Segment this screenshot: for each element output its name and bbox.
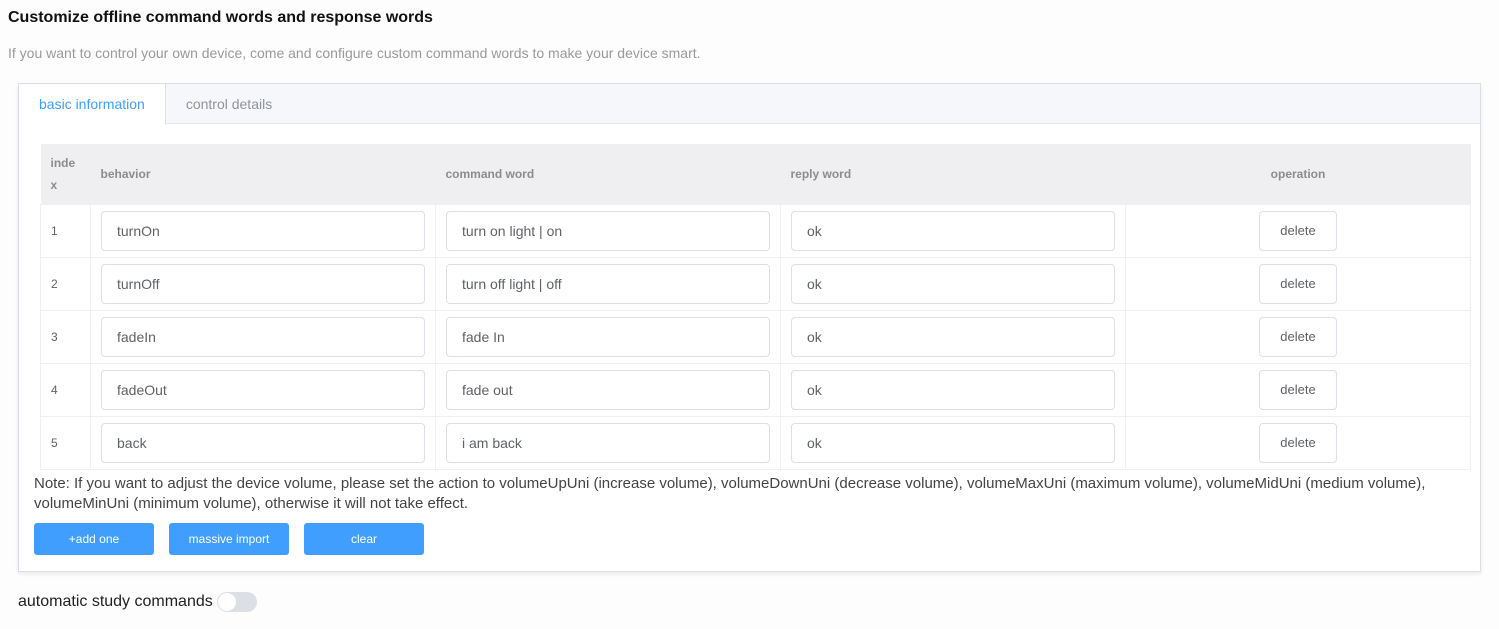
behavior-input[interactable]: [101, 369, 425, 410]
reply-word-input[interactable]: [791, 263, 1115, 304]
column-header-reply-word: reply word: [780, 144, 1126, 204]
row-index: 3: [40, 309, 91, 364]
command-word-input[interactable]: [446, 316, 770, 357]
delete-button[interactable]: delete: [1259, 210, 1337, 251]
page-title: Customize offline command words and resp…: [8, 9, 433, 26]
column-header-command-word: command word: [435, 144, 781, 204]
automatic-study-label: automatic study commands: [18, 593, 213, 610]
table-row: 5 delete: [40, 415, 1471, 470]
column-header-behavior: behavior: [90, 144, 436, 204]
table-actions: +add one massive import clear: [34, 523, 424, 555]
column-header-operation: operation: [1125, 144, 1471, 204]
command-word-input[interactable]: [446, 210, 770, 251]
delete-button[interactable]: delete: [1259, 263, 1337, 304]
tabs-bar: basic information control details: [19, 84, 1480, 125]
table-header-row: inde x behavior command word reply word o…: [40, 144, 1471, 204]
behavior-input[interactable]: [101, 316, 425, 357]
reply-word-input[interactable]: [791, 316, 1115, 357]
volume-note: Note: If you want to adjust the device v…: [34, 475, 1426, 512]
delete-button[interactable]: delete: [1259, 422, 1337, 463]
delete-button[interactable]: delete: [1259, 369, 1337, 410]
row-index: 4: [40, 362, 91, 417]
table-row: 2 delete: [40, 256, 1471, 311]
command-word-input[interactable]: [446, 263, 770, 304]
command-word-input[interactable]: [446, 422, 770, 463]
add-one-button[interactable]: +add one: [34, 523, 154, 555]
table-row: 3 delete: [40, 309, 1471, 364]
massive-import-button[interactable]: massive import: [169, 523, 289, 555]
clear-button[interactable]: clear: [304, 523, 424, 555]
behavior-input[interactable]: [101, 263, 425, 304]
command-config-card: basic information control details inde x …: [18, 83, 1481, 572]
reply-word-input[interactable]: [791, 422, 1115, 463]
table-row: 4 delete: [40, 362, 1471, 417]
automatic-study-toggle[interactable]: [216, 592, 257, 612]
page-subtitle: If you want to control your own device, …: [8, 45, 701, 61]
behavior-input[interactable]: [101, 422, 425, 463]
row-index: 5: [40, 415, 91, 470]
automatic-study-setting: automatic study commands: [18, 592, 257, 612]
tab-control-details[interactable]: control details: [166, 84, 292, 124]
reply-word-input[interactable]: [791, 210, 1115, 251]
toggle-knob: [217, 593, 236, 611]
row-index: 1: [40, 203, 91, 258]
tab-basic-information[interactable]: basic information: [19, 84, 166, 125]
delete-button[interactable]: delete: [1259, 316, 1337, 357]
column-header-index: inde x: [40, 144, 91, 204]
command-word-input[interactable]: [446, 369, 770, 410]
row-index: 2: [40, 256, 91, 311]
behavior-input[interactable]: [101, 210, 425, 251]
command-table: inde x behavior command word reply word o…: [40, 144, 1471, 470]
table-row: 1 delete: [40, 203, 1471, 258]
reply-word-input[interactable]: [791, 369, 1115, 410]
